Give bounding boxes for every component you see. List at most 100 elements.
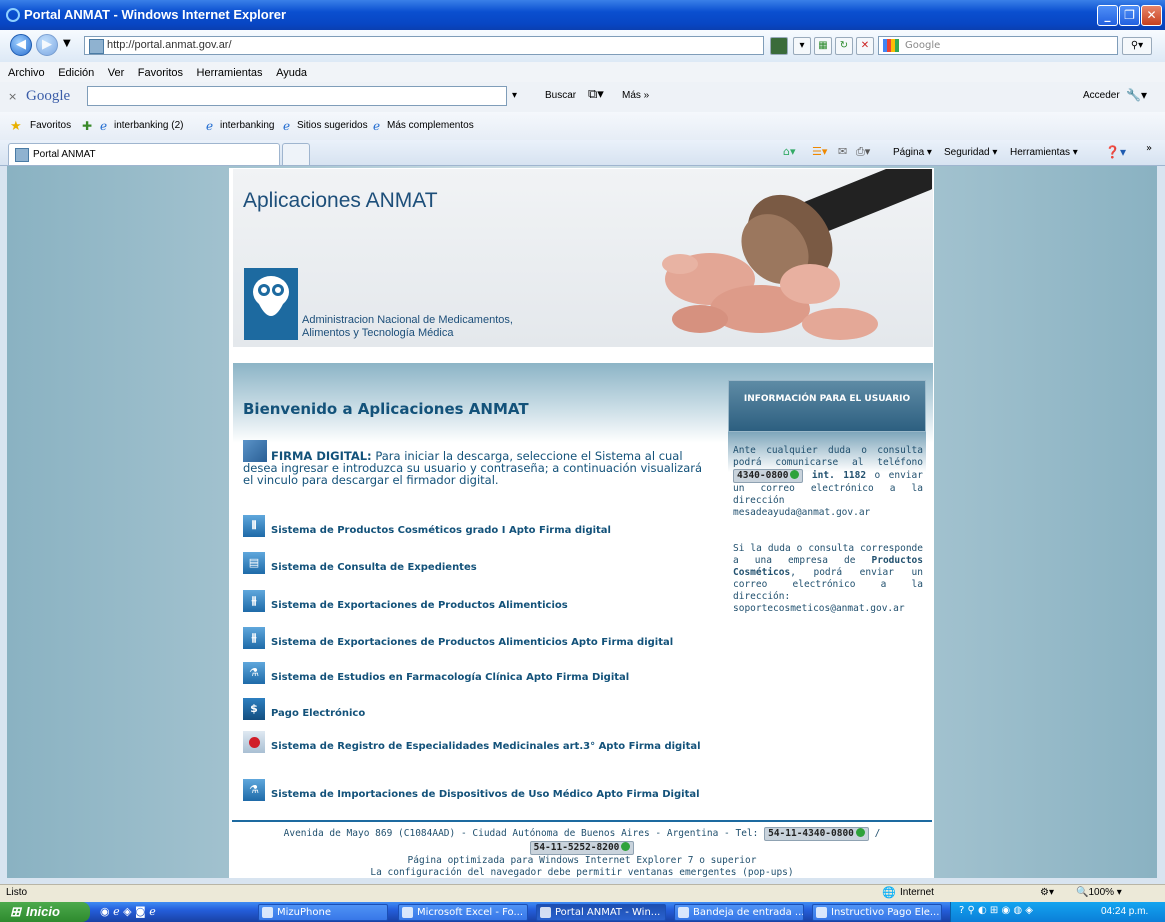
fav-sitios-sugeridos[interactable]: Sitios sugeridos xyxy=(297,120,368,131)
close-button[interactable]: ✕ xyxy=(1141,5,1162,26)
google-search-input[interactable] xyxy=(87,86,507,106)
google-dropdown-icon[interactable]: ▾ xyxy=(512,90,517,101)
history-dropdown-icon[interactable]: ▼ xyxy=(63,38,71,49)
ie-logo-icon xyxy=(6,8,20,22)
status-text: Listo xyxy=(6,887,28,898)
fav-interbanking-2[interactable]: interbanking (2) xyxy=(114,120,183,131)
tab-label: Portal ANMAT xyxy=(33,149,96,160)
maximize-button[interactable]: ❐ xyxy=(1119,5,1140,26)
taskbar-mizuphone[interactable]: MizuPhone xyxy=(258,904,388,921)
forward-button[interactable]: ▶ xyxy=(36,34,58,56)
search-button[interactable]: ⚲▾ xyxy=(1122,37,1152,55)
footer-phone-1-number: 54-11-4340-0800 xyxy=(768,828,854,839)
owl-icon xyxy=(253,276,289,316)
app-icon xyxy=(262,907,273,918)
zoom-level[interactable]: 🔍100% ▾ xyxy=(1076,887,1122,898)
new-tab-button[interactable] xyxy=(282,143,310,165)
excel-icon xyxy=(402,907,413,918)
info-paragraph-2: Si la duda o consulta corresponde a una … xyxy=(733,543,923,615)
help-icon[interactable]: ❓▾ xyxy=(1105,145,1126,159)
page-menu[interactable]: Página ▾ xyxy=(893,147,932,158)
window-title-bar[interactable]: Portal ANMAT - Windows Internet Explorer… xyxy=(0,0,1165,30)
pill-icon xyxy=(243,731,265,753)
tools-menu[interactable]: Herramientas ▾ xyxy=(1010,147,1078,158)
protected-mode-icon[interactable]: ⚙▾ xyxy=(1040,887,1054,898)
ie-page-icon: ℯ xyxy=(283,119,291,133)
document-icon: ▤ xyxy=(243,552,265,574)
taskbar-bandeja[interactable]: Bandeja de entrada ... xyxy=(674,904,804,921)
menu-ver[interactable]: Ver xyxy=(108,67,125,79)
windows-flag-icon: ⊞ xyxy=(10,904,21,919)
menu-favoritos[interactable]: Favoritos xyxy=(138,67,183,79)
call-icon xyxy=(790,470,800,479)
stop-button[interactable]: ✕ xyxy=(856,37,874,55)
security-menu-label: Seguridad xyxy=(944,147,990,158)
taskbar-excel[interactable]: Microsoft Excel - Fo... xyxy=(398,904,528,921)
favorites-button[interactable]: Favoritos xyxy=(30,120,71,131)
footer-phone-2-number: 54-11-5252-8200 xyxy=(533,842,620,853)
more-button[interactable]: Más » xyxy=(622,90,649,101)
footer-phone-2[interactable]: 54-11-5252-8200 xyxy=(529,841,635,855)
rss-icon[interactable]: ☰▾ xyxy=(812,145,827,158)
phone-link[interactable]: 4340-0800 xyxy=(733,469,804,483)
menu-edicion[interactable]: Edición xyxy=(58,67,94,79)
footer-browser-note: Página optimizada para Windows Internet … xyxy=(407,855,757,866)
menu-herramientas[interactable]: Herramientas xyxy=(197,67,263,79)
menu-ayuda[interactable]: Ayuda xyxy=(276,67,307,79)
fav-mas-complementos[interactable]: Más complementos xyxy=(387,120,474,131)
wrench-icon[interactable]: 🔧▾ xyxy=(1126,88,1147,102)
info-text: Ante cualquier duda o consulta podrá com… xyxy=(733,445,923,468)
mail-icon xyxy=(678,907,689,918)
buscar-button[interactable]: Buscar xyxy=(545,90,576,101)
page-footer: Avenida de Mayo 869 (C1084AAD) - Ciudad … xyxy=(232,827,932,879)
home-icon[interactable]: ⌂▾ xyxy=(783,145,796,158)
taskbar-instructivo[interactable]: Instructivo Pago Ele... xyxy=(812,904,942,921)
bottles-icon: ⫴ xyxy=(243,515,265,537)
add-favorite-icon[interactable]: ✚ xyxy=(82,119,92,133)
taskbar-portal-anmat[interactable]: Portal ANMAT - Win... xyxy=(536,904,666,921)
address-dropdown-button[interactable]: ▾ xyxy=(793,37,811,55)
mail-icon[interactable]: ✉ xyxy=(838,145,847,158)
menu-archivo[interactable]: Archivo xyxy=(8,67,45,79)
taskbar-label: Portal ANMAT - Win... xyxy=(555,907,661,918)
taskbar-label: Instructivo Pago Ele... xyxy=(831,907,940,918)
security-menu[interactable]: Seguridad ▾ xyxy=(944,147,997,158)
tray-icons[interactable]: ? ⚲ ◐ ⊞ ◉ ◍ ◈ xyxy=(959,905,1033,916)
google-logo: Google xyxy=(26,88,71,104)
print-icon[interactable]: ⎙▾ xyxy=(856,145,870,159)
site-favicon-icon xyxy=(15,148,29,162)
cutlery-icon: ⫵ xyxy=(243,590,265,612)
phone-extension: int. 1182 xyxy=(811,470,867,481)
page-title: Aplicaciones ANMAT xyxy=(243,189,438,212)
tools-menu-label: Herramientas xyxy=(1010,147,1071,158)
flask-icon: ⚗ xyxy=(243,662,265,684)
start-button[interactable]: ⊞ Inicio xyxy=(0,902,90,922)
favorites-star-icon: ★ xyxy=(10,119,22,134)
zoom-value: 100% xyxy=(1088,887,1115,898)
phone-number: 4340-0800 xyxy=(737,470,789,481)
site-favicon-icon xyxy=(89,39,104,54)
back-button[interactable]: ◀ xyxy=(10,34,32,56)
cutlery-icon: ⫵ xyxy=(243,627,265,649)
address-input[interactable]: http://portal.anmat.gov.ar/ xyxy=(84,36,764,55)
quick-launch-icons[interactable]: ◉ ℯ ◈ ◙ ℯ xyxy=(100,905,156,918)
fav-interbanking[interactable]: interbanking xyxy=(220,120,274,131)
refresh-button[interactable]: ↻ xyxy=(835,37,853,55)
firma-digital-text: FIRMA DIGITAL: Para iniciar la descarga,… xyxy=(243,450,713,486)
minimize-button[interactable]: _ xyxy=(1097,5,1118,26)
compatibility-icon[interactable]: ▦ xyxy=(814,37,832,55)
document-icon xyxy=(816,907,827,918)
search-input[interactable]: Google xyxy=(878,36,1118,55)
toolbar-close-icon[interactable]: × xyxy=(8,90,17,103)
google-logo-icon xyxy=(883,39,899,52)
agency-name-line1: Administracion Nacional de Medicamentos, xyxy=(302,314,513,326)
search-placeholder: Google xyxy=(905,40,941,51)
chevron-more-icon[interactable]: » xyxy=(1146,143,1152,154)
taskbar-label: Bandeja de entrada ... xyxy=(693,907,804,918)
tab-portal-anmat[interactable]: Portal ANMAT xyxy=(8,143,280,165)
footer-phone-1[interactable]: 54-11-4340-0800 xyxy=(764,827,869,841)
makeup-brush-image xyxy=(640,155,937,347)
popup-blocker-icon[interactable]: ⧉▾ xyxy=(588,87,604,102)
clock: 04:24 p.m. xyxy=(1101,906,1149,917)
sign-in-link[interactable]: Acceder xyxy=(1083,90,1120,101)
